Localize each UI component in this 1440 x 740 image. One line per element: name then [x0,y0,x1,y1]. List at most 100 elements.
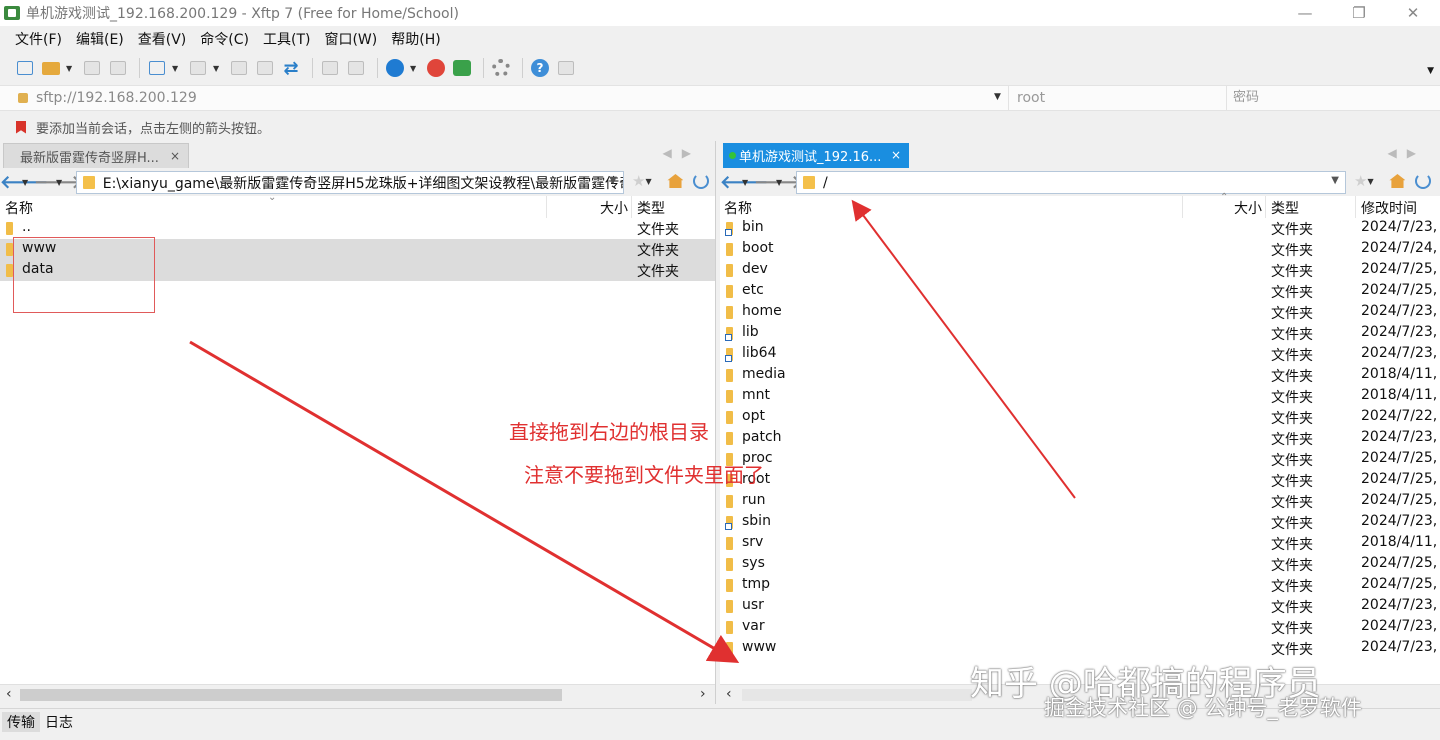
new-tab-dropdown-icon[interactable]: ▼ [172,64,181,73]
menu-view[interactable]: 查看(V) [131,29,194,49]
home-icon[interactable] [667,174,684,188]
properties-icon[interactable] [319,57,341,79]
column-divider[interactable] [631,196,632,218]
minimize-button[interactable]: — [1278,0,1332,26]
disconnect-icon[interactable] [107,57,129,79]
scroll-left-icon[interactable]: ‹ [6,686,12,702]
column-divider[interactable] [546,196,547,218]
back-arrow-icon[interactable]: 🡐 [0,172,48,193]
list-item[interactable]: root文件夹2024/7/25, 8 [720,470,1440,491]
remote-path-input[interactable]: / ▼ [796,171,1346,194]
username-field[interactable]: root [1008,86,1226,110]
menu-help[interactable]: 帮助(H) [384,29,447,49]
menu-file[interactable]: 文件(F) [8,29,69,49]
globe-icon[interactable] [384,57,406,79]
tab-transfers[interactable]: 传输 [2,711,40,732]
list-item[interactable]: etc 文件夹 2024/7/25, 8 [720,281,1440,302]
column-divider[interactable] [1265,196,1266,218]
forward-dropdown-icon[interactable]: ▼ [776,178,788,187]
scroll-thumb[interactable] [742,689,972,701]
local-horizontal-scrollbar[interactable]: ‹ › [0,684,715,704]
favorites-dropdown-icon[interactable]: ▼ [645,177,657,186]
close-icon[interactable]: × [170,149,180,163]
menu-tools[interactable]: 工具(T) [256,29,317,49]
open-dropdown-icon[interactable]: ▼ [66,64,75,73]
star-icon[interactable]: ★ [632,172,645,190]
star-icon[interactable]: ★ [1354,172,1367,190]
scroll-right-icon[interactable]: › [700,686,706,702]
delete-icon[interactable] [345,57,367,79]
new-session-icon[interactable] [14,57,36,79]
menu-command[interactable]: 命令(C) [193,29,256,49]
list-item[interactable]: tmp 文件夹 2024/7/25, 8 [720,575,1440,596]
col-name[interactable]: 名称 [5,198,33,218]
layout-dropdown-icon[interactable]: ▼ [213,64,222,73]
list-item[interactable]: bin 文件夹 2024/7/23, 9 [720,218,1440,239]
col-modified[interactable]: 修改时间 [1361,198,1417,218]
favorites-dropdown-icon[interactable]: ▼ [1367,177,1379,186]
tab-log[interactable]: 日志 [40,712,78,732]
menu-edit[interactable]: 编辑(E) [69,29,131,49]
list-item[interactable]: var 文件夹 2024/7/23, 9 [720,617,1440,638]
tab-remote[interactable]: 单机游戏测试_192.16... × [723,143,909,168]
home-icon[interactable] [1389,174,1406,188]
forward-arrow-icon[interactable]: 🡒 [754,172,802,193]
list-item[interactable]: proc文件夹2024/7/25, 8 [720,449,1440,470]
tab-local[interactable]: 最新版雷霆传奇竖屏H... × [3,143,189,168]
bookmark-icon[interactable] [16,120,26,134]
scroll-left-icon[interactable]: ‹ [726,686,732,702]
column-divider[interactable] [1182,196,1183,218]
menu-window[interactable]: 窗口(W) [317,29,384,49]
gear-icon[interactable] [490,57,512,79]
forward-dropdown-icon[interactable]: ▼ [56,178,68,187]
refresh-icon[interactable] [693,173,710,189]
path-dropdown-icon[interactable]: ▼ [609,175,617,186]
path-dropdown-icon[interactable]: ▼ [1331,175,1339,186]
tab-scroll-icon[interactable]: ◀▶ [663,146,701,160]
xftp-icon[interactable] [451,57,473,79]
help-icon[interactable]: ? [529,57,551,79]
close-window-button[interactable]: ✕ [1386,0,1440,26]
back-arrow-icon[interactable]: 🡐 [720,172,768,193]
col-type[interactable]: 类型 [1271,198,1299,218]
list-item[interactable]: srv 文件夹 2018/4/11, 1 [720,533,1440,554]
open-session-icon[interactable] [40,57,62,79]
host-input[interactable]: sftp://192.168.200.129 [36,90,996,106]
col-size[interactable]: 大小 [600,198,628,218]
scroll-thumb[interactable] [20,689,562,701]
host-dropdown-icon[interactable]: ▼ [994,92,1001,102]
list-item[interactable]: sbin 文件夹 2024/7/23, 9 [720,512,1440,533]
list-item[interactable]: dev 文件夹 2024/7/25, 8 [720,260,1440,281]
list-item[interactable]: run 文件夹 2024/7/25, 8 [720,491,1440,512]
connect-icon[interactable] [81,57,103,79]
chat-icon[interactable] [555,57,577,79]
list-item[interactable]: home 文件夹 2024/7/23, 9 [720,302,1440,323]
password-field[interactable]: 密码 [1226,86,1440,110]
xshell-icon[interactable] [425,57,447,79]
list-item[interactable]: opt 文件夹 2024/7/22, 2 [720,407,1440,428]
close-icon[interactable]: × [891,148,901,162]
list-item[interactable]: lib 文件夹 2024/7/23, 9 [720,323,1440,344]
paste-icon[interactable] [254,57,276,79]
copy-icon[interactable] [228,57,250,79]
globe-dropdown-icon[interactable]: ▼ [410,64,419,73]
tab-scroll-icon[interactable]: ◀▶ [1388,146,1426,160]
col-type[interactable]: 类型 [637,198,665,218]
list-item[interactable]: sys 文件夹 2024/7/25, 8 [720,554,1440,575]
list-item[interactable]: boot 文件夹 2024/7/24, 2 [720,239,1440,260]
list-item[interactable]: .. 文件夹 [0,218,715,239]
new-tab-icon[interactable] [146,57,168,79]
back-dropdown-icon[interactable]: ▼ [22,178,34,187]
refresh-icon[interactable] [1415,173,1432,189]
restore-button[interactable]: ❐ [1332,0,1386,26]
column-divider[interactable] [1355,196,1356,218]
list-item[interactable]: media 文件夹 2018/4/11, 1 [720,365,1440,386]
list-item[interactable]: lib64 文件夹 2024/7/23, 9 [720,344,1440,365]
list-item[interactable]: usr 文件夹 2024/7/23, 9 [720,596,1440,617]
layout-icon[interactable] [187,57,209,79]
sync-icon[interactable]: ⇄ [280,57,302,79]
toolbar-overflow-icon[interactable]: ▼ [1427,66,1434,76]
list-item[interactable]: mnt 文件夹 2018/4/11, 1 [720,386,1440,407]
forward-arrow-icon[interactable]: 🡒 [34,172,82,193]
local-path-input[interactable]: E:\xianyu_game\最新版雷霆传奇竖屏H5龙珠版+详细图文架设教程\最… [76,171,624,194]
